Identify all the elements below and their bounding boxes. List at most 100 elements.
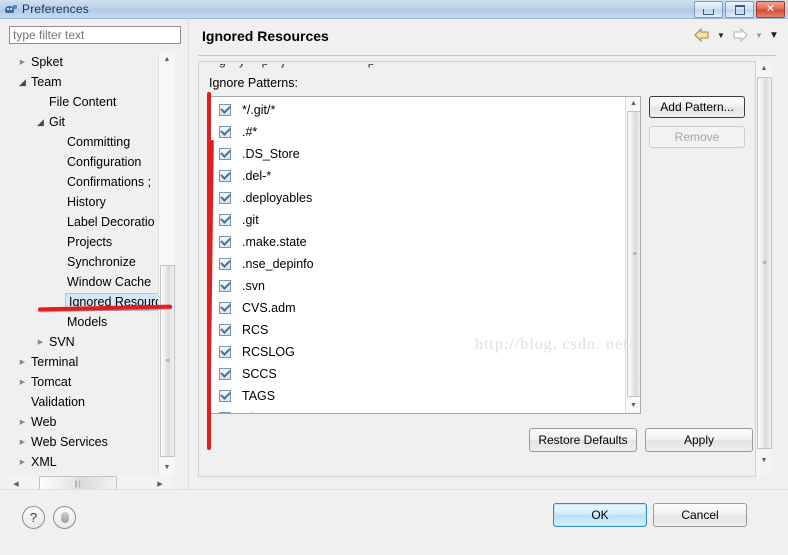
- tree-item-team[interactable]: Team: [9, 72, 181, 92]
- pattern-checkbox[interactable]: [219, 148, 231, 160]
- pattern-label: .del-*: [242, 169, 272, 183]
- tree-item-confirmations[interactable]: Confirmations ;: [9, 172, 181, 192]
- tree-item-file-content[interactable]: File Content: [9, 92, 181, 112]
- list-item[interactable]: CVS.adm: [210, 297, 620, 319]
- pattern-checkbox[interactable]: [219, 390, 231, 402]
- list-item[interactable]: .git: [210, 209, 620, 231]
- tree-item-models[interactable]: Models: [9, 312, 181, 332]
- tree-item-spket[interactable]: Spket: [9, 52, 181, 72]
- minimize-button[interactable]: [694, 1, 723, 18]
- pattern-label: CVS.adm: [242, 301, 296, 315]
- ignore-patterns-label: Ignore Patterns:: [209, 76, 298, 90]
- pattern-checkbox[interactable]: [219, 324, 231, 336]
- help-label: ?: [29, 510, 38, 525]
- tree-item-tomcat[interactable]: Tomcat: [9, 372, 181, 392]
- pattern-label: RCS: [242, 323, 269, 337]
- list-action-buttons: Add Pattern... Remove: [649, 96, 745, 148]
- tree-item-git[interactable]: Git: [9, 112, 181, 132]
- pattern-checkbox[interactable]: [219, 346, 231, 358]
- pattern-checkbox[interactable]: [219, 192, 231, 204]
- pattern-checkbox[interactable]: [219, 412, 231, 413]
- list-item[interactable]: */.git/*: [210, 99, 620, 121]
- tree-item-label: Spket: [31, 55, 63, 69]
- list-item[interactable]: .deployables: [210, 187, 620, 209]
- restore-defaults-button[interactable]: Restore Defaults: [529, 428, 637, 452]
- tree-item-terminal[interactable]: Terminal: [9, 352, 181, 372]
- pattern-label: RCSLOG: [242, 345, 295, 359]
- list-item[interactable]: .nse_depinfo: [210, 253, 620, 275]
- tree-item-window-cache[interactable]: Window Cache: [9, 272, 181, 292]
- header-divider: [198, 55, 776, 56]
- chevron-right-icon[interactable]: [17, 458, 28, 466]
- back-arrow-icon[interactable]: [692, 26, 712, 44]
- scrollbar-grip-icon: ∥∣: [74, 481, 82, 488]
- info-icon[interactable]: [53, 506, 76, 529]
- tree-item-label: Window Cache: [67, 275, 152, 289]
- list-scroll-up-icon[interactable]: ▲: [626, 97, 640, 110]
- tree-item-configuration[interactable]: Configuration: [9, 152, 181, 172]
- chevron-right-icon[interactable]: [17, 418, 28, 426]
- pattern-checkbox[interactable]: [219, 170, 231, 182]
- pattern-checkbox[interactable]: [219, 368, 231, 380]
- apply-button[interactable]: Apply: [645, 428, 753, 452]
- close-icon: ✕: [765, 3, 776, 15]
- search-input[interactable]: [9, 26, 181, 44]
- ok-button[interactable]: OK: [553, 503, 647, 527]
- forward-arrow-icon[interactable]: [730, 26, 750, 44]
- tree-scroll-up-icon[interactable]: ▲: [159, 52, 175, 66]
- tree-item-web-services[interactable]: Web Services: [9, 432, 181, 452]
- tree-item-history[interactable]: History: [9, 192, 181, 212]
- tree-item-svn[interactable]: SVN: [9, 332, 181, 352]
- list-item[interactable]: .make.state: [210, 231, 620, 253]
- tree-item-committing[interactable]: Committing: [9, 132, 181, 152]
- pattern-checkbox[interactable]: [219, 236, 231, 248]
- list-item[interactable]: .del-*: [210, 165, 620, 187]
- cancel-button[interactable]: Cancel: [653, 503, 747, 527]
- pattern-checkbox[interactable]: [219, 302, 231, 314]
- list-scrollbar-thumb[interactable]: ≡: [627, 111, 640, 397]
- tree-scrollbar-thumb[interactable]: ≡: [160, 265, 175, 457]
- tree-item-projects[interactable]: Projects: [9, 232, 181, 252]
- content-scroll-down-icon[interactable]: ▼: [756, 453, 772, 467]
- list-scroll-down-icon[interactable]: ▼: [626, 398, 640, 412]
- content-vertical-scrollbar[interactable]: ▲ ≡ ▼: [756, 61, 772, 475]
- tree-item-xml[interactable]: XML: [9, 452, 181, 472]
- list-item[interactable]: TAGS: [210, 385, 620, 407]
- tree-scroll-down-icon[interactable]: ▼: [159, 460, 175, 474]
- tree-item-label-decoratio[interactable]: Label Decoratio: [9, 212, 181, 232]
- chevron-down-icon[interactable]: [17, 78, 28, 87]
- pattern-checkbox[interactable]: [219, 214, 231, 226]
- content-scrollbar-thumb[interactable]: ≡: [757, 77, 772, 449]
- preferences-tree[interactable]: Spket Team File Content GitCommitting Config…: [9, 52, 181, 490]
- list-item[interactable]: .DS_Store: [210, 143, 620, 165]
- pattern-checkbox[interactable]: [219, 258, 231, 270]
- help-icon[interactable]: ?: [22, 506, 45, 529]
- chevron-right-icon[interactable]: [17, 58, 28, 66]
- maximize-button[interactable]: [725, 1, 754, 18]
- ignore-patterns-list[interactable]: */.git/* .#* .DS_Store .del-* .deployables .g…: [209, 96, 641, 414]
- list-item[interactable]: .svn: [210, 275, 620, 297]
- content-scroll-up-icon[interactable]: ▲: [756, 61, 772, 75]
- list-item[interactable]: SCCS: [210, 363, 620, 385]
- pattern-checkbox[interactable]: [219, 104, 231, 116]
- back-history-chevron-down-icon[interactable]: ▼: [715, 26, 727, 44]
- tree-vertical-scrollbar[interactable]: ▲ ≡ ▼: [158, 52, 175, 476]
- list-item[interactable]: _$*: [210, 407, 620, 413]
- list-item[interactable]: .#*: [210, 121, 620, 143]
- add-pattern-button[interactable]: Add Pattern...: [649, 96, 745, 118]
- pattern-checkbox[interactable]: [219, 126, 231, 138]
- close-button[interactable]: ✕: [756, 1, 785, 18]
- pattern-checkbox[interactable]: [219, 280, 231, 292]
- chevron-right-icon[interactable]: [17, 358, 28, 366]
- tree-item-synchronize[interactable]: Synchronize: [9, 252, 181, 272]
- list-vertical-scrollbar[interactable]: ▲ ≡ ▼: [625, 97, 640, 413]
- chevron-right-icon[interactable]: [17, 378, 28, 386]
- chevron-right-icon[interactable]: [17, 438, 28, 446]
- tree-item-web[interactable]: Web: [9, 412, 181, 432]
- tree-item-validation[interactable]: Validation: [9, 392, 181, 412]
- forward-history-chevron-down-icon[interactable]: ▼: [753, 26, 765, 44]
- chevron-right-icon[interactable]: [35, 338, 46, 346]
- scrollbar-grip-icon: ≡: [762, 259, 767, 267]
- view-menu-icon[interactable]: ▼: [768, 26, 780, 44]
- chevron-down-icon[interactable]: [35, 118, 46, 127]
